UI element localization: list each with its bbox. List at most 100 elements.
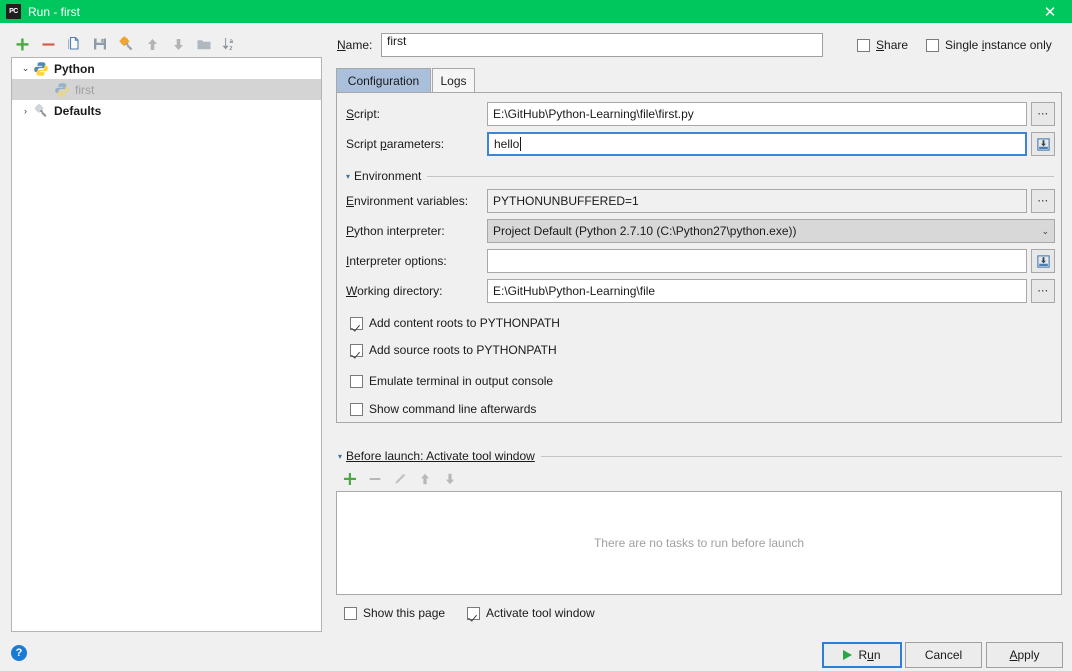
checkbox-label: Add content roots to PYTHONPATH: [369, 316, 560, 330]
save-icon: [94, 38, 106, 50]
sort-az-icon: a z: [222, 38, 233, 52]
wrench-gear-icon: [34, 103, 47, 117]
checkbox-box: [350, 316, 363, 330]
add-source-roots-checkbox[interactable]: Add source roots to PYTHONPATH: [350, 343, 557, 357]
copy-icon: [68, 36, 79, 50]
close-icon[interactable]: ✕: [1028, 0, 1072, 23]
share-checkbox[interactable]: Share: [857, 38, 908, 52]
run-configuration-dialog: PC Run - first ✕ a z ⌄ Python first › De…: [0, 0, 1072, 671]
chevron-down-icon[interactable]: ⌄: [18, 59, 33, 79]
script-parameters-value: hello: [494, 137, 520, 151]
script-parameters-input[interactable]: hello: [487, 132, 1027, 156]
tree-item-defaults[interactable]: › Defaults: [12, 100, 321, 121]
move-task-up-button[interactable]: [414, 469, 436, 489]
tab-logs[interactable]: Logs: [432, 68, 475, 93]
group-divider: [427, 175, 1054, 177]
minus-icon: [369, 478, 381, 480]
copy-configuration-button[interactable]: [62, 33, 86, 55]
before-launch-header[interactable]: ▾ Before launch: Activate tool window: [338, 449, 1062, 463]
remove-task-button[interactable]: [364, 469, 386, 489]
add-task-button[interactable]: [339, 469, 361, 489]
working-directory-label: Working directory:: [346, 284, 443, 298]
script-input[interactable]: E:\GitHub\Python-Learning\file\first.py: [487, 102, 1027, 126]
share-checkbox-label: Share: [876, 38, 909, 52]
tab-configuration[interactable]: Configuration: [336, 68, 431, 93]
pencil-icon: [395, 473, 406, 484]
apply-button[interactable]: Apply: [986, 642, 1063, 668]
environment-group-header[interactable]: ▾ Environment: [346, 169, 1054, 183]
run-button-label: Run: [858, 648, 881, 662]
before-launch-task-list[interactable]: There are no tasks to run before launch: [336, 491, 1062, 595]
group-divider: [540, 455, 1062, 457]
show-this-page-checkbox[interactable]: Show this page: [344, 606, 445, 620]
edit-defaults-button[interactable]: [114, 33, 138, 55]
tree-item-first[interactable]: first: [12, 79, 321, 100]
plus-icon: [16, 38, 28, 50]
move-task-down-button[interactable]: [439, 469, 461, 489]
create-folder-button[interactable]: [192, 33, 216, 55]
edit-task-button[interactable]: [389, 469, 411, 489]
before-launch-label: Before launch: Activate tool window: [346, 449, 535, 463]
empty-task-message: There are no tasks to run before launch: [593, 536, 805, 550]
checkbox-label: Show this page: [363, 606, 446, 620]
interpreter-options-label: Interpreter options:: [346, 254, 447, 268]
interpreter-options-expand-button[interactable]: [1031, 249, 1055, 273]
text-caret: [520, 137, 522, 151]
arrow-down-icon: [446, 473, 454, 485]
checkbox-label: Emulate terminal in output console: [369, 374, 554, 388]
minus-icon: [42, 42, 54, 46]
add-content-roots-checkbox[interactable]: Add content roots to PYTHONPATH: [350, 316, 560, 330]
name-input[interactable]: first: [381, 33, 823, 57]
ellipsis-icon: ⋯: [1037, 284, 1049, 297]
script-parameters-expand-button[interactable]: [1031, 132, 1055, 156]
sort-alphabetically-button[interactable]: a z: [218, 33, 242, 55]
cancel-button[interactable]: Cancel: [905, 642, 982, 668]
python-interpreter-label: Python interpreter:: [346, 224, 445, 238]
checkbox-box: [350, 402, 363, 416]
apply-button-label: Apply: [1009, 648, 1040, 662]
python-interpreter-select[interactable]: Project Default (Python 2.7.10 (C:\Pytho…: [487, 219, 1055, 243]
checkbox-box: [344, 606, 357, 620]
checkbox-label: Show command line afterwards: [369, 402, 537, 416]
working-directory-browse-button[interactable]: ⋯: [1031, 279, 1055, 303]
configurations-tree[interactable]: ⌄ Python first › Defaults: [11, 57, 322, 632]
show-command-line-checkbox[interactable]: Show command line afterwards: [350, 402, 536, 416]
checkbox-box: [350, 343, 363, 357]
checkbox-box: [350, 374, 363, 388]
insert-macro-icon: [1036, 254, 1050, 268]
before-launch-toolbar: [339, 469, 461, 489]
environment-group-label: Environment: [354, 169, 422, 183]
remove-configuration-button[interactable]: [36, 33, 60, 55]
tree-item-label: first: [75, 82, 95, 97]
working-directory-input[interactable]: E:\GitHub\Python-Learning\file: [487, 279, 1027, 303]
triangle-down-icon: ▾: [338, 451, 343, 461]
arrow-up-icon: [147, 38, 157, 50]
help-question-icon[interactable]: ?: [11, 645, 27, 661]
environment-variables-browse-button[interactable]: ⋯: [1031, 189, 1055, 213]
emulate-terminal-checkbox[interactable]: Emulate terminal in output console: [350, 374, 553, 388]
python-file-icon: [55, 82, 69, 97]
cancel-button-label: Cancel: [924, 648, 963, 662]
add-configuration-button[interactable]: [10, 33, 34, 55]
move-up-button[interactable]: [140, 33, 164, 55]
save-configuration-button[interactable]: [88, 33, 112, 55]
configuration-toolbar: a z: [10, 32, 310, 56]
tree-item-label: Defaults: [54, 103, 102, 118]
script-browse-button[interactable]: ⋯: [1031, 102, 1055, 126]
activate-tool-window-checkbox[interactable]: Activate tool window: [467, 606, 595, 620]
python-interpreter-value: Project Default (Python 2.7.10 (C:\Pytho…: [493, 224, 797, 238]
insert-macro-icon: [1036, 137, 1050, 151]
script-label: Script:: [346, 107, 381, 121]
single-instance-only-checkbox[interactable]: Single instance only: [926, 38, 1052, 52]
play-triangle-icon: [843, 650, 853, 660]
environment-variables-input[interactable]: PYTHONUNBUFFERED=1: [487, 189, 1027, 213]
checkbox-box: [857, 38, 870, 52]
svg-text:z: z: [229, 45, 232, 52]
plus-icon: [344, 473, 356, 485]
checkbox-box: [467, 606, 480, 620]
chevron-right-icon[interactable]: ›: [18, 101, 33, 121]
tree-item-python[interactable]: ⌄ Python: [12, 58, 321, 79]
run-button[interactable]: Run: [822, 642, 902, 668]
move-down-button[interactable]: [166, 33, 190, 55]
interpreter-options-input[interactable]: [487, 249, 1027, 273]
